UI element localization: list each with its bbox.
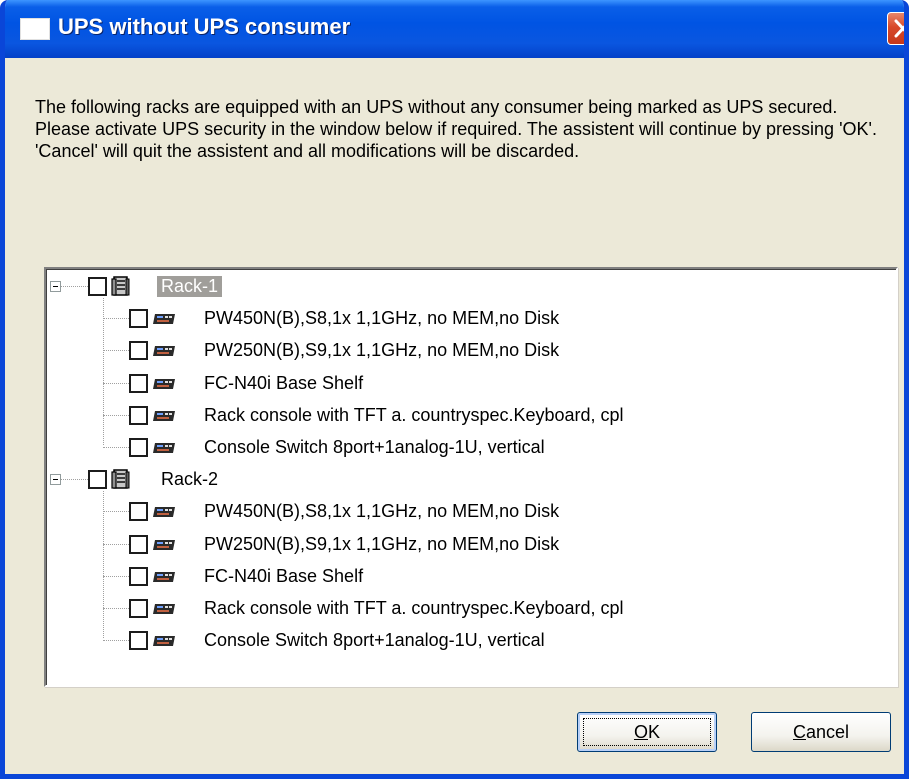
server-device-icon (151, 538, 177, 557)
rack-checkbox[interactable] (88, 470, 107, 490)
focus-rect (583, 718, 711, 746)
window-title: UPS without UPS consumer (58, 14, 351, 39)
rack-checkbox[interactable] (88, 277, 107, 296)
device-checkbox[interactable] (129, 534, 148, 554)
rack-label[interactable]: Rack-2 (161, 469, 218, 490)
info-message: The following racks are equipped with an… (35, 96, 885, 162)
device-label[interactable]: Rack console with TFT a. countryspec.Key… (204, 405, 624, 426)
device-checkbox[interactable] (129, 373, 148, 393)
server-device-icon (151, 344, 177, 363)
server-device-icon (151, 602, 177, 621)
tree-connector (103, 350, 129, 352)
server-device-icon (151, 312, 177, 331)
server-device-icon (151, 441, 177, 460)
tree-connector (103, 447, 129, 448)
tree-connector (103, 575, 129, 577)
device-label[interactable]: PW450N(B),S8,1x 1,1GHz, no MEM,no Disk (204, 501, 559, 522)
cancel-label-rest: ancel (805, 722, 850, 742)
message-line-1: The following racks are equipped with an… (35, 97, 838, 117)
message-line-2: Please activate UPS security in the wind… (35, 119, 877, 161)
tree-connector (61, 286, 88, 287)
server-device-icon (151, 505, 177, 524)
tree-connector (103, 511, 129, 513)
device-checkbox[interactable] (129, 566, 148, 586)
cancel-mnemonic: C (792, 722, 806, 742)
tree-connector (103, 382, 129, 384)
server-device-icon (151, 377, 177, 396)
server-device-icon (151, 409, 177, 428)
tree-connector (103, 543, 129, 545)
device-label[interactable]: FC-N40i Base Shelf (204, 566, 363, 587)
rack-icon (110, 468, 132, 495)
device-label[interactable]: Console Switch 8port+1analog-1U, vertica… (204, 630, 545, 651)
device-checkbox[interactable] (129, 631, 148, 651)
device-checkbox[interactable] (129, 599, 148, 618)
close-icon (894, 19, 904, 38)
server-device-icon (151, 634, 177, 653)
tree-connector (103, 298, 104, 445)
rack-icon (110, 275, 132, 302)
device-label[interactable]: Console Switch 8port+1analog-1U, vertica… (204, 437, 545, 458)
tree-connector (103, 608, 129, 609)
rack-label[interactable]: Rack-1 (157, 276, 223, 297)
device-label[interactable]: PW250N(B),S9,1x 1,1GHz, no MEM,no Disk (204, 340, 559, 361)
tree-connector (103, 491, 104, 639)
collapse-toggle[interactable] (50, 281, 61, 292)
device-label[interactable]: Rack console with TFT a. countryspec.Key… (204, 598, 624, 619)
ok-button[interactable]: OK (577, 712, 717, 752)
title-bar[interactable]: UPS without UPS consumer (5, 0, 904, 58)
device-checkbox[interactable] (129, 309, 148, 329)
device-label[interactable]: FC-N40i Base Shelf (204, 373, 363, 394)
server-device-icon (151, 570, 177, 589)
collapse-toggle[interactable] (50, 474, 61, 486)
tree-connector (61, 479, 88, 481)
device-checkbox[interactable] (129, 438, 148, 457)
tree-connector (103, 414, 129, 416)
tree-connector (103, 640, 129, 642)
device-label[interactable]: PW450N(B),S8,1x 1,1GHz, no MEM,no Disk (204, 308, 559, 329)
device-checkbox[interactable] (129, 405, 148, 425)
close-button[interactable] (887, 12, 904, 45)
window-icon (20, 18, 50, 40)
device-checkbox[interactable] (129, 502, 148, 522)
device-checkbox[interactable] (129, 341, 148, 361)
device-label[interactable]: PW250N(B),S9,1x 1,1GHz, no MEM,no Disk (204, 534, 559, 555)
dialog-window: UPS without UPS consumer The following r… (0, 0, 909, 779)
cancel-button[interactable]: Cancel (751, 712, 891, 752)
rack-tree-view[interactable]: Rack-1 PW450N(B),S8,1x 1,1GHz, no MEM,no … (44, 267, 898, 687)
tree-connector (103, 318, 129, 320)
